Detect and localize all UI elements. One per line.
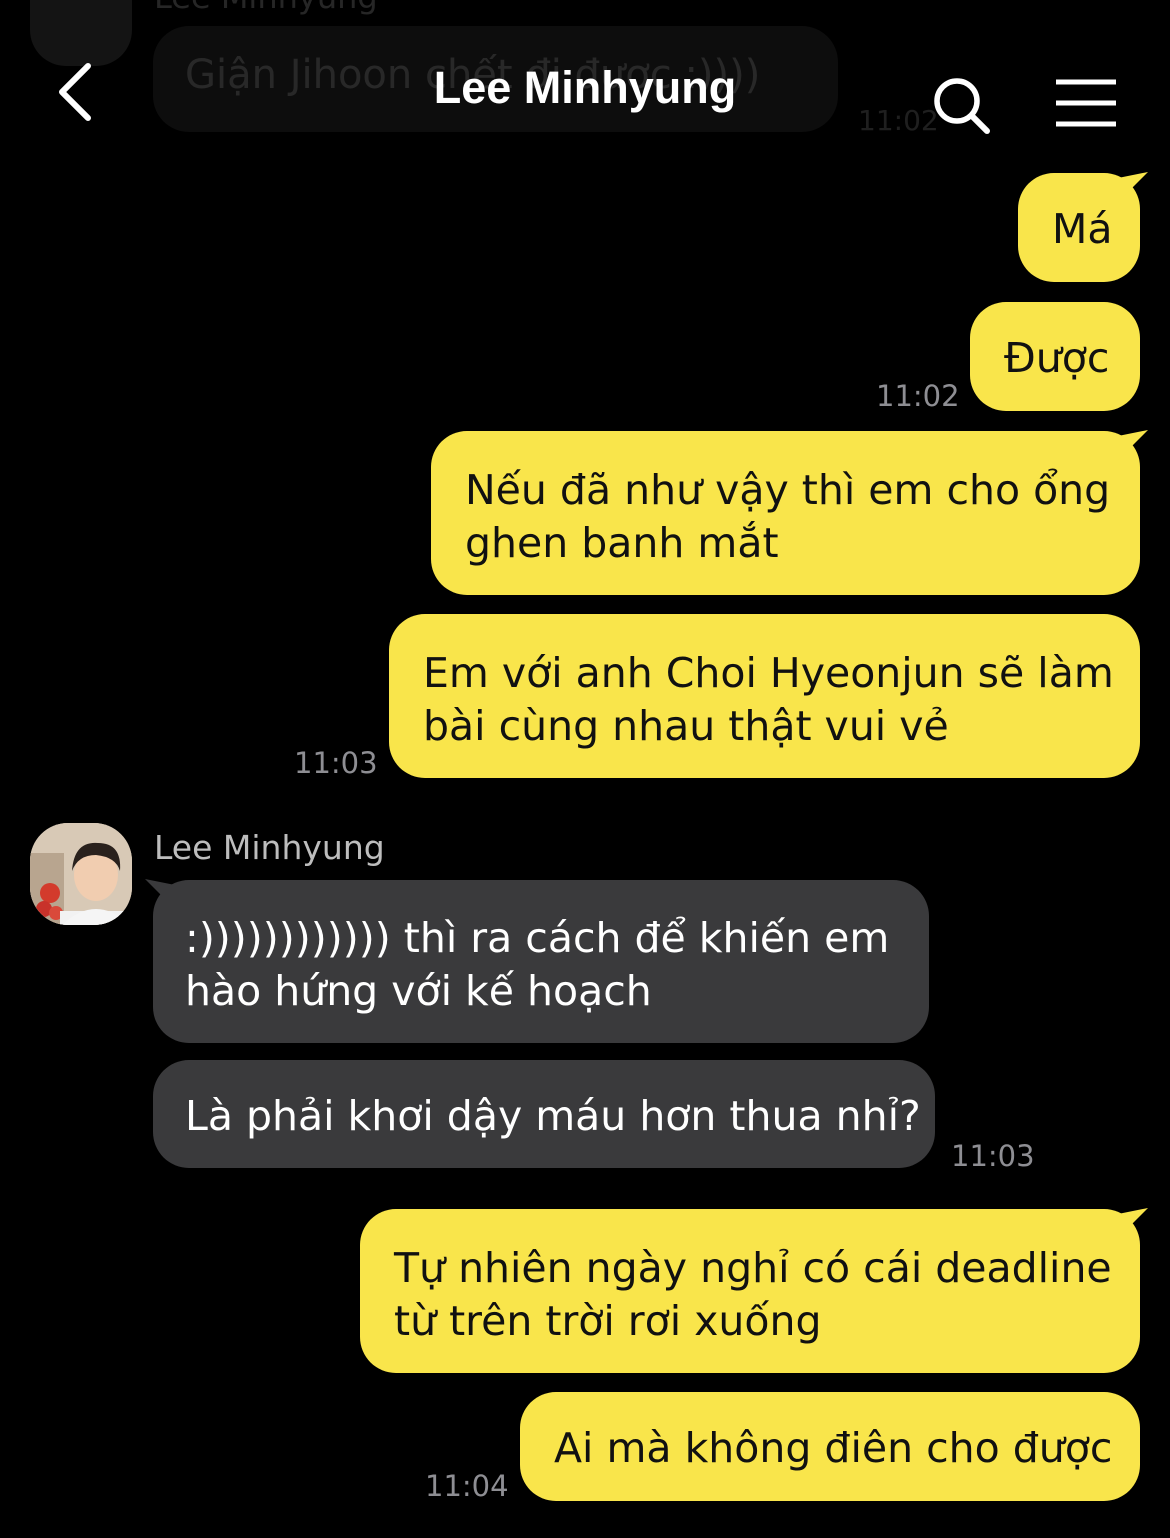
message-timestamp: 11:04 [425,1469,509,1503]
message-timestamp: 11:03 [294,746,378,780]
message-text-line: Tự nhiên ngày nghỉ có cái deadline [394,1244,1112,1292]
bubble-tail [1118,430,1148,460]
avatar[interactable] [30,823,132,925]
message-text: Má [1052,205,1113,253]
bubble-tail [1118,172,1148,202]
message-bubble-mine[interactable]: Được [970,302,1140,411]
message-bubble-mine[interactable]: Em với anh Choi Hyeonjun sẽ làm bài cùng… [389,614,1140,778]
message-text: Ai mà không điên cho được [554,1424,1113,1472]
message-bubble-theirs[interactable]: Là phải khơi dậy máu hơn thua nhỉ? [153,1060,935,1168]
message-bubble-mine[interactable]: Tự nhiên ngày nghỉ có cái deadline từ tr… [360,1209,1140,1373]
message-text: Được [1004,334,1110,382]
message-bubble-theirs[interactable]: :)))))))))))) thì ra cách để khiến em hà… [153,880,929,1043]
search-icon[interactable] [932,76,992,136]
message-text-line: ghen banh mắt [465,519,779,567]
message-text: Là phải khơi dậy máu hơn thua nhỉ? [185,1092,921,1140]
bubble-tail [145,879,175,909]
faded-avatar [30,0,132,66]
message-text-line: từ trên trời rơi xuống [394,1297,822,1345]
message-text-line: hào hứng với kế hoạch [185,967,652,1015]
menu-icon[interactable] [1054,78,1118,128]
message-bubble-mine[interactable]: Ai mà không điên cho được [520,1392,1140,1501]
message-text-line: bài cùng nhau thật vui vẻ [423,702,949,750]
message-text-line: Nếu đã như vậy thì em cho ổng [465,466,1111,514]
message-text-line: :)))))))))))) thì ra cách để khiến em [185,914,890,962]
message-timestamp: 11:03 [951,1139,1035,1173]
faded-sender-name: Lee Minhyung [154,0,378,16]
bubble-tail [1118,1208,1148,1238]
page-title: Lee Minhyung [433,62,737,113]
sender-name: Lee Minhyung [154,828,385,867]
message-text-line: Em với anh Choi Hyeonjun sẽ làm [423,649,1114,697]
message-timestamp: 11:02 [876,379,960,413]
message-bubble-mine[interactable]: Nếu đã như vậy thì em cho ổng ghen banh … [431,431,1140,595]
